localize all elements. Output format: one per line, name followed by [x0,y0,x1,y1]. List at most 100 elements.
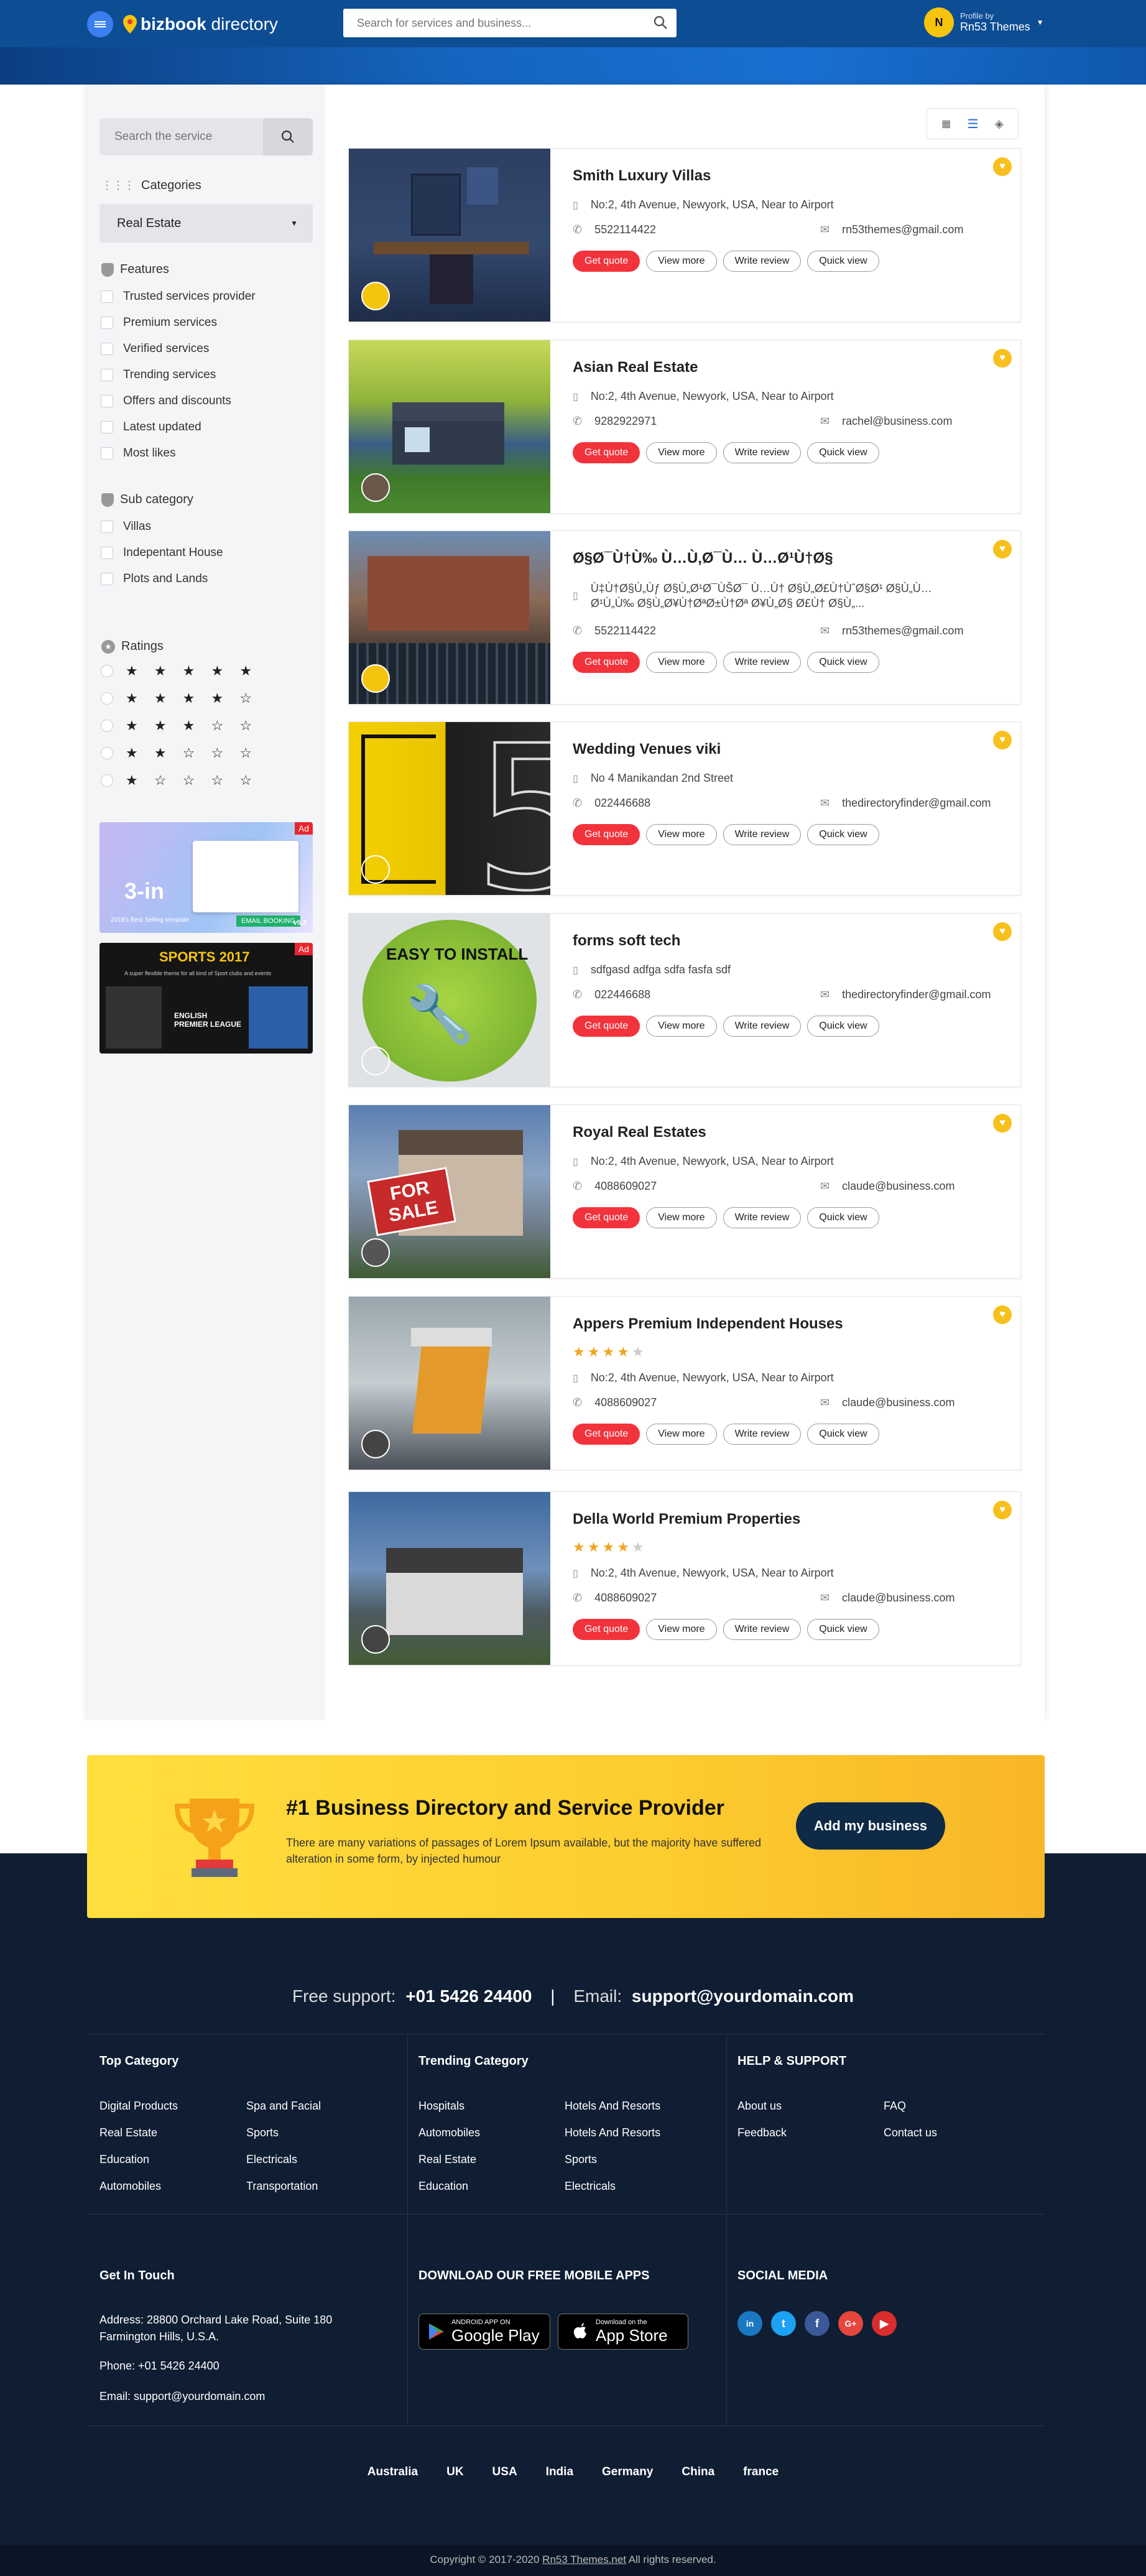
listing-image[interactable] [349,1492,550,1665]
write-review-button[interactable]: Write review [723,251,802,272]
quick-view-button[interactable]: Quick view [807,1619,879,1640]
owner-avatar[interactable] [361,664,390,693]
listing-image[interactable]: EASY TO INSTALL 🔧 [349,914,550,1086]
trending-category-link[interactable]: Hospitals [418,2100,464,2113]
brand-logo[interactable]: bizbook directory [123,11,278,37]
listing-image[interactable] [349,149,550,322]
feature-filter[interactable]: Most likes [101,447,175,460]
write-review-button[interactable]: Write review [723,1619,802,1640]
checkbox[interactable] [101,573,113,585]
copyright-link[interactable]: Rn53 Themes.net [542,2554,626,2565]
trending-category-link[interactable]: Hotels And Resorts [565,2126,660,2139]
checkbox[interactable] [101,395,113,407]
view-more-button[interactable]: View more [646,824,717,845]
listing-title[interactable]: Royal Real Estates [573,1124,706,1141]
listing-email[interactable]: rachel@business.com [842,415,952,428]
get-quote-button[interactable]: Get quote [573,824,640,845]
subcategory-filter[interactable]: Villas [101,520,151,534]
checkbox[interactable] [101,421,113,433]
youtube-icon[interactable]: ▶ [872,2311,897,2336]
radio-button[interactable] [101,720,113,732]
support-phone[interactable]: +01 5426 24400 [405,1986,532,2006]
sidebar-search-input[interactable] [99,118,261,155]
feature-filter[interactable]: Verified services [101,342,209,356]
get-quote-button[interactable]: Get quote [573,1619,640,1640]
top-category-link[interactable]: Sports [246,2126,279,2139]
subcategory-filter[interactable]: Indepentant House [101,546,223,560]
top-category-link[interactable]: Spa and Facial [246,2100,321,2113]
rating-filter[interactable]: ★ ★ ★ ☆ ☆ [101,718,258,734]
radio-button[interactable] [101,774,113,787]
get-quote-button[interactable]: Get quote [573,1207,640,1228]
help-link[interactable]: FAQ [884,2100,906,2113]
owner-avatar[interactable] [361,855,390,884]
checkbox[interactable] [101,447,113,460]
listing-card[interactable]: EASY TO INSTALL 🔧 forms soft tech ▯ sdfgasd … [348,913,1021,1087]
write-review-button[interactable]: Write review [723,442,802,463]
view-more-button[interactable]: View more [646,652,717,673]
listing-card[interactable]: 5 Wedding Venues viki ▯ No 4 Manikandan 2nd… [348,721,1021,896]
feature-filter[interactable]: Offers and discounts [101,394,231,408]
favorite-button[interactable]: ♥ [993,1114,1012,1133]
listing-title[interactable]: forms soft tech [573,932,680,950]
listing-email[interactable]: thedirectoryfinder@gmail.com [842,797,991,810]
trending-category-link[interactable]: Education [418,2180,468,2193]
get-quote-button[interactable]: Get quote [573,1424,640,1445]
top-category-link[interactable]: Electricals [246,2153,297,2166]
listing-card[interactable]: Smith Luxury Villas ▯ No:2, 4th Avenue, Ne… [348,148,1021,322]
listing-phone[interactable]: 5522114422 [594,624,656,637]
feature-filter[interactable]: Trending services [101,368,216,382]
listing-email[interactable]: rn53themes@gmail.com [842,624,963,637]
country-link[interactable]: Germany [602,2465,653,2479]
listing-email[interactable]: claude@business.com [842,1591,954,1605]
listing-phone[interactable]: 9282922971 [594,415,657,428]
view-more-button[interactable]: View more [646,1619,717,1640]
listing-email[interactable]: rn53themes@gmail.com [842,223,963,236]
view-more-button[interactable]: View more [646,1016,717,1037]
top-category-link[interactable]: Transportation [246,2180,318,2193]
listing-email[interactable]: claude@business.com [842,1180,954,1193]
owner-avatar[interactable] [361,1430,390,1458]
view-more-button[interactable]: View more [646,1207,717,1228]
subcategory-filter[interactable]: Plots and Lands [101,572,208,586]
trending-category-link[interactable]: Electricals [565,2180,616,2193]
layers-icon[interactable]: ◈ [995,118,1004,131]
feature-filter[interactable]: Latest updated [101,420,201,434]
trending-category-link[interactable]: Real Estate [418,2153,476,2166]
listing-card[interactable]: Asian Real Estate ▯ No:2, 4th Avenue, Newy… [348,340,1021,514]
help-link[interactable]: Feedback [737,2126,787,2139]
rating-filter[interactable]: ★ ★ ★ ★ ★ [101,663,258,679]
category-select[interactable]: Real Estate ▼ [99,204,313,243]
listing-title[interactable]: Asian Real Estate [573,359,698,376]
write-review-button[interactable]: Write review [723,1016,802,1037]
checkbox[interactable] [101,290,113,303]
favorite-button[interactable]: ♥ [993,1305,1012,1324]
list-view-icon[interactable]: ☰ [968,116,979,132]
favorite-button[interactable]: ♥ [993,157,1012,176]
trending-category-link[interactable]: Sports [565,2153,597,2166]
listing-title[interactable]: Della World Premium Properties [573,1511,800,1528]
footer-phone[interactable]: Phone: +01 5426 24400 [99,2360,219,2373]
top-category-link[interactable]: Automobiles [99,2180,161,2193]
profile-menu[interactable]: N Profile by Rn53 Themes ▼ [924,7,1044,37]
favorite-button[interactable]: ♥ [993,922,1012,941]
help-link[interactable]: About us [737,2100,782,2113]
top-search-input[interactable] [343,9,677,37]
owner-avatar[interactable] [361,1625,390,1654]
quick-view-button[interactable]: Quick view [807,652,879,673]
view-more-button[interactable]: View more [646,1424,717,1445]
checkbox[interactable] [101,317,113,329]
favorite-button[interactable]: ♥ [993,349,1012,368]
google-plus-icon[interactable]: G+ [838,2311,863,2336]
menu-button[interactable] [87,11,113,37]
country-link[interactable]: france [743,2465,779,2479]
country-link[interactable]: India [546,2465,573,2479]
get-quote-button[interactable]: Get quote [573,652,640,673]
listing-card[interactable]: Appers Premium Independent Houses ★★★★★ ▯ N… [348,1296,1021,1470]
owner-avatar[interactable] [361,473,390,502]
top-category-link[interactable]: Education [99,2153,149,2166]
checkbox[interactable] [101,521,113,533]
owner-avatar[interactable] [361,1238,390,1267]
app-store-button[interactable]: Download on the App Store [558,2314,688,2350]
country-link[interactable]: China [682,2465,714,2479]
